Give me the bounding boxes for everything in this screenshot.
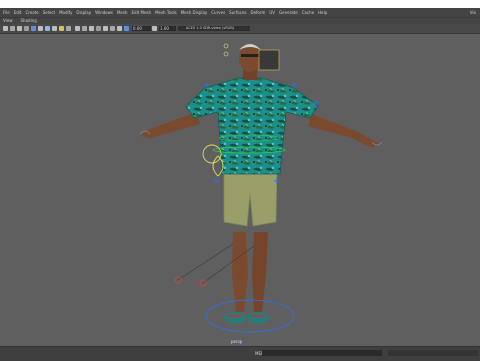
command-result-field — [388, 350, 478, 356]
menu-deform[interactable]: Deform — [250, 8, 269, 17]
camera-attributes-icon[interactable] — [10, 26, 15, 31]
menu-file[interactable]: File — [0, 8, 14, 17]
status-bar: MEL — [0, 346, 480, 361]
menu-edit[interactable]: Edit — [14, 8, 26, 17]
grid-icon[interactable] — [31, 26, 36, 31]
menu-select[interactable]: Select — [43, 8, 59, 17]
menu-curves[interactable]: Curves — [211, 8, 229, 17]
xray-joints-icon[interactable] — [82, 26, 87, 31]
menu-help[interactable]: Help — [318, 8, 331, 17]
shadows-icon[interactable] — [66, 26, 71, 31]
menu-display[interactable]: Display — [76, 8, 95, 17]
antialiasing-icon[interactable] — [103, 26, 108, 31]
menu-edit-mesh[interactable]: Edit Mesh — [132, 8, 156, 17]
ambient-occlusion-icon[interactable] — [96, 26, 101, 31]
exposure-icon[interactable] — [124, 26, 129, 31]
colorspace-dropdown[interactable]: ACES 1.0 SDR-video (sRGB) — [178, 26, 250, 31]
character-sandals — [224, 312, 269, 324]
lights-icon[interactable] — [59, 26, 64, 31]
wireframe-icon[interactable] — [38, 26, 43, 31]
panel-label: Vie — [469, 10, 476, 15]
command-line-input[interactable] — [262, 350, 382, 356]
isolate-select-icon[interactable] — [89, 26, 94, 31]
motion-blur-icon[interactable] — [117, 26, 122, 31]
gamma-field[interactable]: 1.00 — [159, 26, 176, 31]
menu-mesh-tools[interactable]: Mesh Tools — [155, 8, 181, 17]
camera-label: persp — [231, 339, 243, 344]
viewport-3d[interactable] — [0, 34, 480, 346]
character-shorts — [223, 169, 278, 227]
menu-generate[interactable]: Generate — [279, 8, 302, 17]
image-plane-icon[interactable] — [24, 26, 29, 31]
character-shirt — [185, 77, 319, 175]
title-strip — [0, 0, 480, 8]
menu-windows[interactable]: Windows — [95, 8, 117, 17]
menu-modify[interactable]: Modify — [59, 8, 76, 17]
smooth-shade-icon[interactable] — [45, 26, 50, 31]
bookmark-icon[interactable] — [17, 26, 22, 31]
xray-icon[interactable] — [75, 26, 80, 31]
menu-create[interactable]: Create — [25, 8, 42, 17]
menu-mesh[interactable]: Mesh — [117, 8, 132, 17]
viewport-toolbar: 0.00 1.00 ACES 1.0 SDR-video (sRGB) — [0, 24, 480, 34]
menu-cache[interactable]: Cache — [302, 8, 318, 17]
depth-of-field-icon[interactable] — [110, 26, 115, 31]
viewport-menubar: View Shading — [0, 17, 480, 24]
exposure-field[interactable]: 0.00 — [132, 26, 151, 31]
textured-icon[interactable] — [52, 26, 57, 31]
main-menubar: File Edit Create Select Modify Display W… — [0, 8, 480, 17]
menu-surfaces[interactable]: Surfaces — [229, 8, 250, 17]
gamma-icon[interactable] — [152, 26, 157, 31]
menu-mesh-display[interactable]: Mesh Display — [181, 8, 212, 17]
character-head — [239, 44, 261, 80]
menu-uv[interactable]: UV — [269, 8, 279, 17]
select-camera-icon[interactable] — [3, 26, 8, 31]
